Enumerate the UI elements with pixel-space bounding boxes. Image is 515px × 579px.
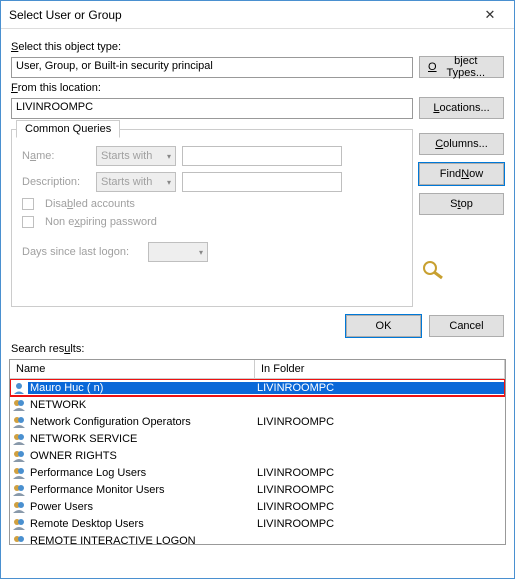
description-match-combo: Starts with▾ (96, 172, 176, 192)
search-results-label: Search results: (1, 341, 514, 357)
row-name: Performance Monitor Users (28, 484, 255, 496)
row-name: Mauro Huc ( n) (28, 382, 255, 394)
chevron-down-icon: ▾ (199, 248, 203, 257)
row-name: REMOTE INTERACTIVE LOGON (28, 535, 255, 545)
description-input (182, 172, 342, 192)
row-name: Network Configuration Operators (28, 416, 255, 428)
group-icon (12, 466, 26, 480)
location-label: From this location: (11, 82, 504, 94)
group-icon (12, 398, 26, 412)
row-name: NETWORK SERVICE (28, 433, 255, 445)
table-row[interactable]: REMOTE INTERACTIVE LOGON (10, 532, 505, 544)
row-folder: LIVINROOMPC (255, 518, 505, 530)
description-label: Description: (22, 176, 90, 188)
group-icon (12, 449, 26, 463)
object-types-button[interactable]: Object Types... (419, 56, 504, 78)
row-name: Remote Desktop Users (28, 518, 255, 530)
table-row[interactable]: NETWORK SERVICE (10, 430, 505, 447)
titlebar: Select User or Group ✕ (1, 1, 514, 29)
name-input (182, 146, 342, 166)
table-row[interactable]: OWNER RIGHTS (10, 447, 505, 464)
chevron-down-icon: ▾ (167, 152, 171, 161)
search-icon (419, 259, 449, 281)
location-field[interactable]: LIVINROOMPC (11, 98, 413, 119)
common-queries-tab[interactable]: Common Queries (16, 120, 120, 138)
locations-button[interactable]: Locations... (419, 97, 504, 119)
table-row[interactable]: Mauro Huc ( n)LIVINROOMPC (10, 379, 505, 396)
row-name: OWNER RIGHTS (28, 450, 255, 462)
name-match-combo: Starts with▾ (96, 146, 176, 166)
user-icon (12, 381, 26, 395)
row-name: Power Users (28, 501, 255, 513)
non-expiring-checkbox (22, 216, 34, 228)
disabled-accounts-checkbox (22, 198, 34, 210)
ok-button[interactable]: OK (346, 315, 421, 337)
row-folder: LIVINROOMPC (255, 382, 505, 394)
table-row[interactable]: Performance Monitor UsersLIVINROOMPC (10, 481, 505, 498)
results-list[interactable]: Name In Folder Mauro Huc ( n)LIVINROOMPC… (9, 359, 506, 545)
table-row[interactable]: Power UsersLIVINROOMPC (10, 498, 505, 515)
row-folder: LIVINROOMPC (255, 484, 505, 496)
group-icon (12, 415, 26, 429)
stop-button[interactable]: Stop (419, 193, 504, 215)
group-icon (12, 432, 26, 446)
column-folder[interactable]: In Folder (255, 360, 505, 378)
find-now-button[interactable]: Find Now (419, 163, 504, 185)
columns-button[interactable]: Columns... (419, 133, 504, 155)
object-type-field[interactable]: User, Group, or Built-in security princi… (11, 57, 413, 78)
row-folder: LIVINROOMPC (255, 416, 505, 428)
row-folder: LIVINROOMPC (255, 501, 505, 513)
row-folder: LIVINROOMPC (255, 467, 505, 479)
close-button[interactable]: ✕ (470, 2, 510, 28)
results-header[interactable]: Name In Folder (10, 360, 505, 379)
group-icon (12, 517, 26, 531)
days-since-logon-label: Days since last logon: (22, 246, 142, 258)
row-name: NETWORK (28, 399, 255, 411)
table-row[interactable]: Remote Desktop UsersLIVINROOMPC (10, 515, 505, 532)
window-title: Select User or Group (9, 8, 470, 22)
group-icon (12, 483, 26, 497)
chevron-down-icon: ▾ (167, 178, 171, 187)
table-row[interactable]: Performance Log UsersLIVINROOMPC (10, 464, 505, 481)
column-name[interactable]: Name (10, 360, 255, 378)
days-since-logon-combo: ▾ (148, 242, 208, 262)
non-expiring-label: Non expiring password (45, 216, 157, 228)
name-label: Name: (22, 150, 90, 162)
table-row[interactable]: Network Configuration OperatorsLIVINROOM… (10, 413, 505, 430)
object-type-label: Select this object type: (11, 41, 504, 53)
row-name: Performance Log Users (28, 467, 255, 479)
table-row[interactable]: NETWORK (10, 396, 505, 413)
cancel-button[interactable]: Cancel (429, 315, 504, 337)
group-icon (12, 534, 26, 545)
group-icon (12, 500, 26, 514)
disabled-accounts-label: Disabled accounts (45, 198, 135, 210)
